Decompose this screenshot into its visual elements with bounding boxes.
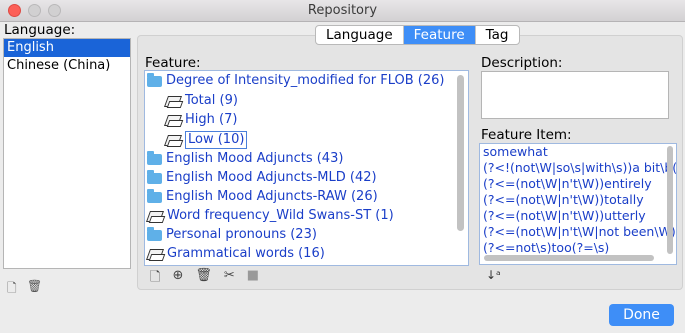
tree-node-label: English Mood Adjuncts-RAW (26) (166, 189, 378, 204)
feature-item-hscrollbar[interactable] (484, 255, 654, 261)
tab-bar: Language Feature Tag (315, 25, 520, 45)
folder-icon (147, 188, 162, 203)
book-icon (147, 210, 163, 222)
tree-node-label: English Mood Adjuncts (43) (166, 151, 344, 166)
book-icon (165, 134, 181, 146)
tree-node-folder[interactable]: English Mood Adjuncts (43) (147, 149, 343, 169)
add-language-icon[interactable]: 🗋 (7, 279, 17, 300)
tree-node-label: English Mood Adjuncts-MLD (42) (166, 170, 377, 185)
feature-tree-scrollbar[interactable] (457, 75, 464, 231)
tree-node-leaf[interactable]: Total (9) (165, 91, 238, 111)
tree-node-label: Total (9) (185, 93, 238, 108)
tree-node-folder[interactable]: Personal pronouns (23) (147, 225, 317, 245)
add-folder-icon[interactable]: ⊕ (172, 268, 183, 290)
tree-node-leaf[interactable]: Word frequency_Wild Swans-ST (1) (147, 206, 394, 226)
tree-node-folder[interactable]: Degree of Intensity_modified for FLOB (2… (147, 71, 444, 91)
description-field[interactable] (481, 71, 669, 119)
tree-node-folder[interactable]: English Mood Adjuncts-MLD (42) (147, 168, 377, 188)
tab-language[interactable]: Language (316, 26, 404, 44)
description-label: Description: (481, 55, 563, 71)
folder-icon (147, 226, 162, 241)
window-title: Repository (307, 3, 378, 18)
title-bar: Repository (0, 0, 685, 22)
feature-item-line[interactable]: somewhat (480, 144, 676, 160)
tree-node-label: Low (10) (185, 131, 248, 149)
tree-node-label: Personal pronouns (23) (166, 227, 317, 242)
folder-icon (147, 150, 162, 165)
language-item-chinese[interactable]: Chinese (China) (4, 57, 130, 75)
book-icon (165, 114, 181, 126)
tree-node-leaf-selected[interactable]: Low (10) (165, 130, 248, 150)
feature-item-list[interactable]: somewhat (?<!(not\W|so\s|with\s))a bit\b… (479, 143, 677, 265)
tree-node-folder[interactable]: English Mood Adjuncts-RAW (26) (147, 187, 378, 207)
tree-node-label: Word frequency_Wild Swans-ST (1) (167, 208, 394, 223)
feature-item-line[interactable]: (?<=(not\W|n't\W|not been\W))· (480, 224, 676, 240)
feature-item-vscrollbar[interactable] (667, 146, 673, 254)
book-icon (165, 95, 181, 107)
delete-language-icon[interactable]: 🗑 (27, 279, 42, 293)
paste-icon[interactable]: ■ (247, 268, 259, 290)
tree-node-leaf[interactable]: Grammatical words (16) (147, 244, 325, 264)
language-label: Language: (4, 22, 76, 38)
feature-item-line[interactable]: (?<=(not\W|n't\W))utterly (480, 208, 676, 224)
feature-tree[interactable]: Degree of Intensity_modified for FLOB (2… (144, 70, 469, 266)
feature-item-label: Feature Item: (481, 127, 572, 143)
book-icon (147, 248, 163, 260)
feature-item-line[interactable]: (?<=not\s)too(?=\s) (480, 240, 676, 256)
feature-item-line[interactable]: (?<=(not\W|n't\W))totally (480, 192, 676, 208)
folder-icon (147, 169, 162, 184)
tab-tag[interactable]: Tag (476, 26, 519, 44)
feature-item-line[interactable]: (?<!(not\W|so\s|with\s))a bit\b( (480, 160, 676, 176)
tree-node-label: Degree of Intensity_modified for FLOB (2… (166, 73, 445, 88)
language-item-english[interactable]: English (4, 39, 130, 57)
tree-node-leaf[interactable]: High (7) (165, 110, 237, 130)
feature-toolbar: 🗋 ⊕ 🗑 ✂ ■ (150, 268, 259, 290)
feature-label: Feature: (145, 55, 201, 71)
tree-node-label: Grammatical words (16) (167, 246, 325, 261)
tab-feature[interactable]: Feature (403, 26, 476, 44)
feature-item-line[interactable]: (?<=(not\W|n't\W))entirely (480, 176, 676, 192)
tree-node-label: High (7) (185, 112, 238, 127)
folder-icon (147, 72, 162, 87)
done-button[interactable]: Done (609, 304, 674, 326)
cut-icon[interactable]: ✂ (224, 268, 235, 290)
language-list[interactable]: English Chinese (China) (3, 38, 131, 269)
delete-feature-icon[interactable]: 🗑 (195, 268, 212, 290)
add-feature-icon[interactable]: 🗋 (150, 268, 160, 290)
sort-icon[interactable]: ↓ᵃ (486, 268, 501, 282)
